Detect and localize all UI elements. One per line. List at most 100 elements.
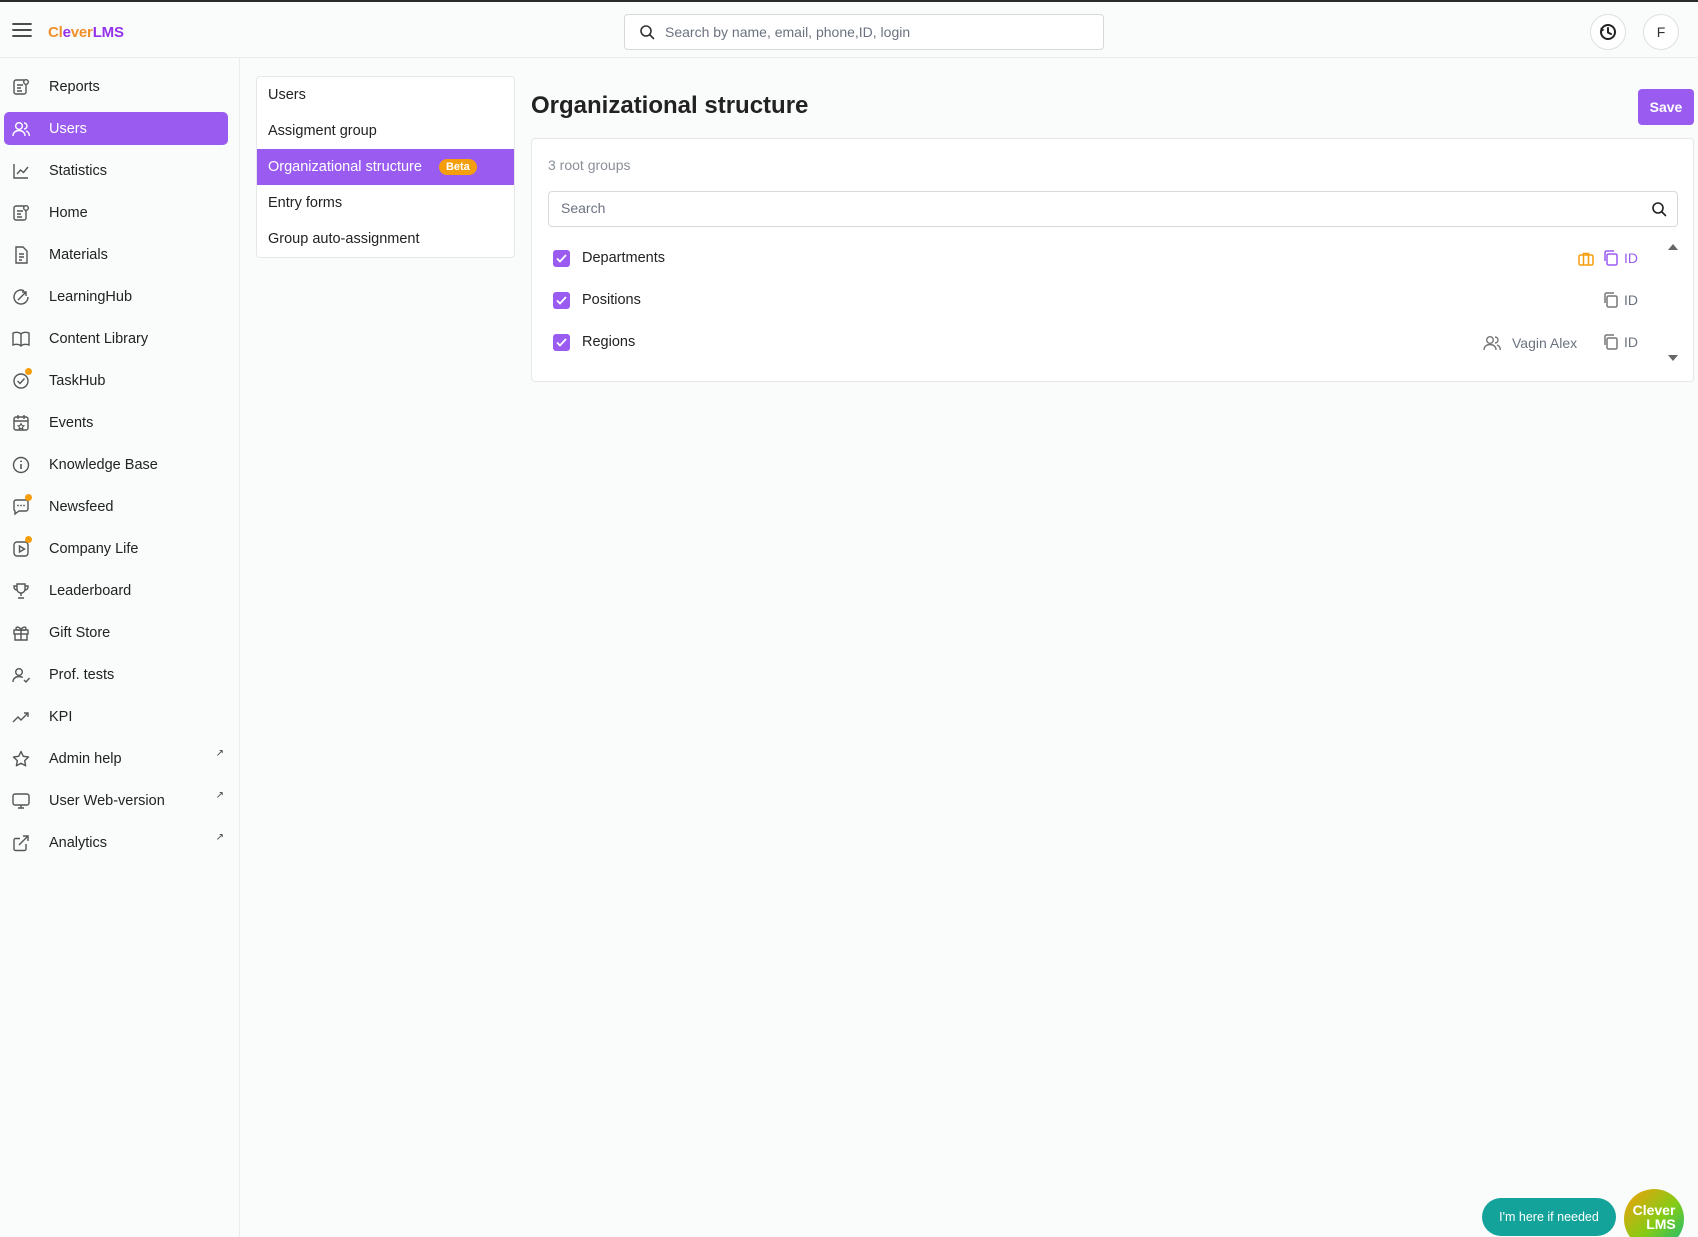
root-groups-count: 3 root groups — [548, 157, 631, 173]
sidebar-item-label: Content Library — [49, 330, 149, 347]
group-row-departments[interactable]: Departments ID — [548, 239, 1648, 279]
sidebar-item-company-life[interactable]: Company Life — [4, 532, 228, 565]
subnav-item-label: Organizational structure — [268, 159, 422, 175]
sidebar-item-home[interactable]: Home — [4, 196, 228, 229]
sidebar-item-label: Statistics — [49, 162, 108, 179]
group-checkbox[interactable] — [553, 250, 570, 267]
sidebar-item-kpi[interactable]: KPI — [4, 700, 228, 733]
sidebar-item-label: Home — [49, 204, 88, 221]
statistics-icon — [11, 161, 31, 181]
sidebar-item-reports[interactable]: Reports — [4, 70, 228, 103]
copy-icon — [1602, 249, 1620, 267]
group-name[interactable]: Departments — [582, 250, 665, 266]
book-icon — [11, 329, 31, 349]
external-link-icon: ↗ — [215, 748, 224, 759]
subnav-item-entry-forms[interactable]: Entry forms — [257, 185, 514, 221]
scroll-up-icon[interactable] — [1667, 242, 1679, 252]
global-search-input[interactable] — [665, 24, 1085, 40]
page-title: Organizational structure — [531, 92, 809, 119]
sidebar-item-user-web-version[interactable]: User Web-version ↗ — [4, 784, 228, 817]
copy-id-button[interactable]: ID — [1602, 333, 1638, 351]
subnav-item-label: Assigment group — [268, 123, 377, 139]
external-link-icon: ↗ — [215, 790, 224, 801]
monitor-icon — [11, 791, 31, 811]
save-button[interactable]: Save — [1638, 89, 1694, 125]
group-checkbox[interactable] — [553, 334, 570, 351]
sidebar-item-admin-help[interactable]: Admin help ↗ — [4, 742, 228, 775]
subnav-item-users[interactable]: Users — [257, 77, 514, 113]
external-link-icon: ↗ — [215, 832, 224, 843]
trend-icon — [11, 707, 31, 727]
app-logo[interactable]: CleverLMS — [48, 24, 124, 41]
sidebar-item-label: LearningHub — [49, 288, 133, 305]
sidebar-item-users[interactable]: Users — [4, 112, 228, 145]
user-check-icon — [11, 665, 31, 685]
star-icon — [11, 749, 31, 769]
id-label: ID — [1624, 292, 1638, 308]
sidebar-item-analytics[interactable]: Analytics ↗ — [4, 826, 228, 859]
subnav-item-assigment-group[interactable]: Assigment group — [257, 113, 514, 149]
reports-icon — [11, 77, 31, 97]
group-name[interactable]: Positions — [582, 292, 641, 308]
group-search-input[interactable] — [561, 200, 1621, 216]
copy-id-button[interactable]: ID — [1602, 249, 1638, 267]
chat-logo-button[interactable]: Clever LMS — [1624, 1189, 1684, 1237]
subnav-item-label: Users — [268, 87, 306, 103]
sidebar-item-label: Materials — [49, 246, 108, 263]
sidebar: Reports Users Statistics Home Materials … — [0, 58, 240, 1237]
sidebar-item-label: Company Life — [49, 540, 139, 557]
avatar-initial: F — [1656, 24, 1666, 40]
global-search[interactable] — [624, 14, 1104, 50]
sidebar-item-statistics[interactable]: Statistics — [4, 154, 228, 187]
briefcase-icon[interactable] — [1577, 250, 1595, 268]
top-bar: CleverLMS F — [0, 2, 1698, 58]
history-button[interactable] — [1590, 14, 1626, 50]
beta-badge: Beta — [438, 159, 477, 175]
sidebar-item-label: User Web-version — [49, 792, 165, 809]
group-row-positions[interactable]: Positions ID — [548, 281, 1648, 321]
scroll-down-icon[interactable] — [1667, 353, 1679, 363]
group-name[interactable]: Regions — [582, 334, 635, 350]
gift-icon — [11, 623, 31, 643]
copy-icon — [1602, 291, 1620, 309]
sidebar-item-label: Admin help — [49, 750, 122, 767]
subnav-item-organizational-structure[interactable]: Organizational structure Beta — [257, 149, 514, 185]
avatar[interactable]: F — [1643, 14, 1679, 50]
sidebar-item-label: Reports — [49, 78, 100, 95]
calendar-icon — [11, 413, 31, 433]
sidebar-item-gift-store[interactable]: Gift Store — [4, 616, 228, 649]
materials-icon — [11, 245, 31, 265]
chat-logo-line2: LMS — [1646, 1216, 1676, 1232]
learninghub-icon — [11, 287, 31, 307]
info-icon — [11, 455, 31, 475]
sidebar-item-label: Users — [49, 120, 87, 137]
users-icon — [1482, 333, 1502, 353]
sidebar-item-knowledge-base[interactable]: Knowledge Base — [4, 448, 228, 481]
search-icon[interactable] — [1651, 201, 1667, 217]
subnav-item-group-auto-assignment[interactable]: Group auto-assignment — [257, 221, 514, 257]
notification-dot — [25, 494, 32, 501]
copy-icon — [1602, 333, 1620, 351]
sidebar-item-prof-tests[interactable]: Prof. tests — [4, 658, 228, 691]
group-row-regions[interactable]: Regions Vagin Alex ID — [548, 323, 1648, 363]
subnav-item-label: Group auto-assignment — [268, 231, 420, 247]
sidebar-item-events[interactable]: Events — [4, 406, 228, 439]
menu-icon[interactable] — [12, 22, 32, 38]
group-search[interactable] — [548, 191, 1678, 227]
subnav-item-label: Entry forms — [268, 195, 343, 211]
id-label: ID — [1624, 250, 1638, 266]
sidebar-item-leaderboard[interactable]: Leaderboard — [4, 574, 228, 607]
sidebar-item-taskhub[interactable]: TaskHub — [4, 364, 228, 397]
sidebar-item-label: TaskHub — [49, 372, 106, 389]
group-manager[interactable]: Vagin Alex — [1482, 333, 1577, 353]
chat-help-button[interactable]: I'm here if needed — [1482, 1198, 1616, 1236]
sidebar-item-newsfeed[interactable]: Newsfeed — [4, 490, 228, 523]
sidebar-item-materials[interactable]: Materials — [4, 238, 228, 271]
trophy-icon — [11, 581, 31, 601]
copy-id-button[interactable]: ID — [1602, 291, 1638, 309]
group-checkbox[interactable] — [553, 292, 570, 309]
sidebar-item-content-library[interactable]: Content Library — [4, 322, 228, 355]
home-icon — [11, 203, 31, 223]
sidebar-item-learninghub[interactable]: LearningHub — [4, 280, 228, 313]
history-icon — [1598, 22, 1618, 42]
